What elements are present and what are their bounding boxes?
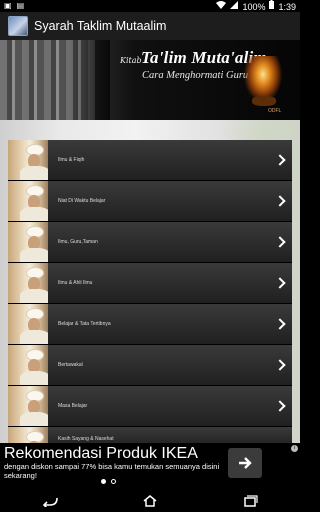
ad-description: dengan diskon sampai 77% bisa kamu temuk… xyxy=(4,462,220,480)
list-item[interactable]: Niat Di Waktu Belajar xyxy=(8,181,292,222)
chapter-list: Ilmu & Fiqih Niat Di Waktu Belajar Ilmu,… xyxy=(8,140,292,448)
recents-icon xyxy=(244,494,258,507)
chevron-right-icon xyxy=(274,235,288,249)
list-item-label: Masa Belajar xyxy=(58,403,88,409)
scholar-thumbnail xyxy=(8,386,48,426)
scholar-thumbnail xyxy=(8,345,48,385)
list-item-label: Bertawakal xyxy=(58,362,83,368)
system-nav-bar xyxy=(0,489,300,512)
chevron-right-icon xyxy=(274,399,288,413)
recents-button[interactable] xyxy=(238,493,262,509)
ad-title[interactable]: Rekomendasi Produk IKEA xyxy=(4,445,198,463)
list-item[interactable]: Ilmu & Ahli Ilmu xyxy=(8,263,292,304)
scholar-thumbnail xyxy=(8,263,48,303)
action-bar: Syarah Taklim Mutaalim xyxy=(0,12,300,40)
chevron-right-icon xyxy=(274,276,288,290)
wifi-icon xyxy=(216,0,227,13)
ad-pager xyxy=(101,479,116,484)
signal-icon xyxy=(230,0,239,13)
chevron-right-icon xyxy=(274,194,288,208)
clock: 1:39 xyxy=(278,1,296,12)
ad-banner[interactable]: Rekomendasi Produk IKEA dengan diskon sa… xyxy=(0,443,300,489)
app-notification-icon: ▣ xyxy=(4,1,12,10)
banner-kitab-label: Kitab xyxy=(120,56,142,65)
ad-open-button[interactable] xyxy=(228,448,262,478)
back-button[interactable] xyxy=(38,493,62,509)
scholar-thumbnail xyxy=(8,181,48,221)
list-item-label: Belajar & Tata Tertibnya xyxy=(58,321,111,327)
chevron-right-icon xyxy=(274,317,288,331)
banner-subtitle: Cara Menghormati Guru xyxy=(142,70,249,81)
list-item-label: Kasih Sayang & Nasehat xyxy=(58,436,114,442)
back-icon xyxy=(42,497,58,507)
app-title: Syarah Taklim Mutaalim xyxy=(34,19,167,33)
list-item-label: Ilmu, Guru,Taman xyxy=(58,239,98,245)
scholar-thumbnail xyxy=(8,222,48,262)
list-item-label: Ilmu & Ahli Ilmu xyxy=(58,280,93,286)
status-bar: ▣ ▤ 100% 1:39 xyxy=(0,0,300,12)
list-item[interactable]: Bertawakal xyxy=(8,345,292,386)
home-icon xyxy=(143,494,157,507)
notification-icon: ▤ xyxy=(16,1,25,10)
list-item-label: Ilmu & Fiqih xyxy=(58,157,85,163)
list-item[interactable]: Belajar & Tata Tertibnya xyxy=(8,304,292,345)
ad-pager-dot xyxy=(111,479,116,484)
chevron-right-icon xyxy=(274,153,288,167)
battery-percent: 100% xyxy=(242,1,266,12)
chevron-right-icon xyxy=(274,358,288,372)
scholar-thumbnail xyxy=(8,304,48,344)
list-item-label: Niat Di Waktu Belajar xyxy=(58,198,106,204)
ad-pager-dot-active xyxy=(101,479,106,484)
arrow-right-icon xyxy=(239,457,252,469)
list-item[interactable]: Masa Belajar xyxy=(8,386,292,427)
app-logo-icon[interactable] xyxy=(8,16,28,36)
list-item[interactable]: Ilmu, Guru,Taman xyxy=(8,222,292,263)
banner-watermark: ODFL xyxy=(268,108,282,114)
home-button[interactable] xyxy=(138,493,162,509)
header-banner: Kitab Ta'lim Muta'alim Cara Menghormati … xyxy=(0,40,300,120)
scholar-thumbnail xyxy=(8,140,48,180)
list-item[interactable]: Ilmu & Fiqih xyxy=(8,140,292,181)
ad-info-icon[interactable]: i xyxy=(291,445,298,452)
